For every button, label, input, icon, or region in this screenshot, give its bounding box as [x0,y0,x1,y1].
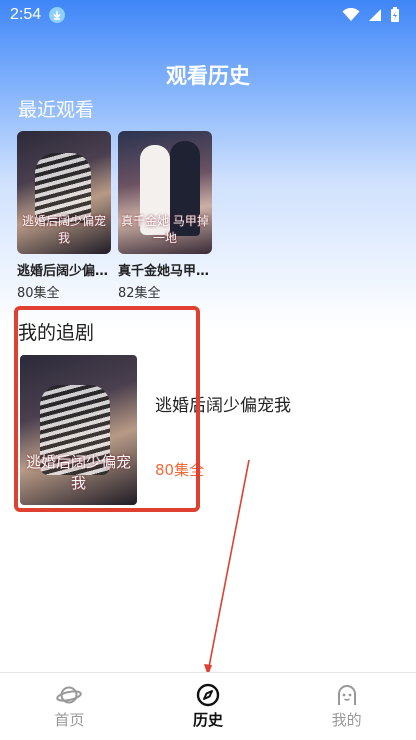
bottom-nav: 首页 历史 我的 [0,672,416,740]
compass-icon [196,683,220,707]
nav-label: 我的 [331,711,362,729]
planet-icon [56,686,83,704]
nav-label: 历史 [192,711,223,729]
nav-item-home[interactable]: 首页 [19,683,119,730]
annotation-arrow [204,459,250,676]
nav-label: 首页 [54,711,85,729]
nav-item-profile[interactable]: 我的 [297,683,397,730]
face-icon [337,685,356,705]
nav-item-history[interactable]: 历史 [158,683,258,730]
